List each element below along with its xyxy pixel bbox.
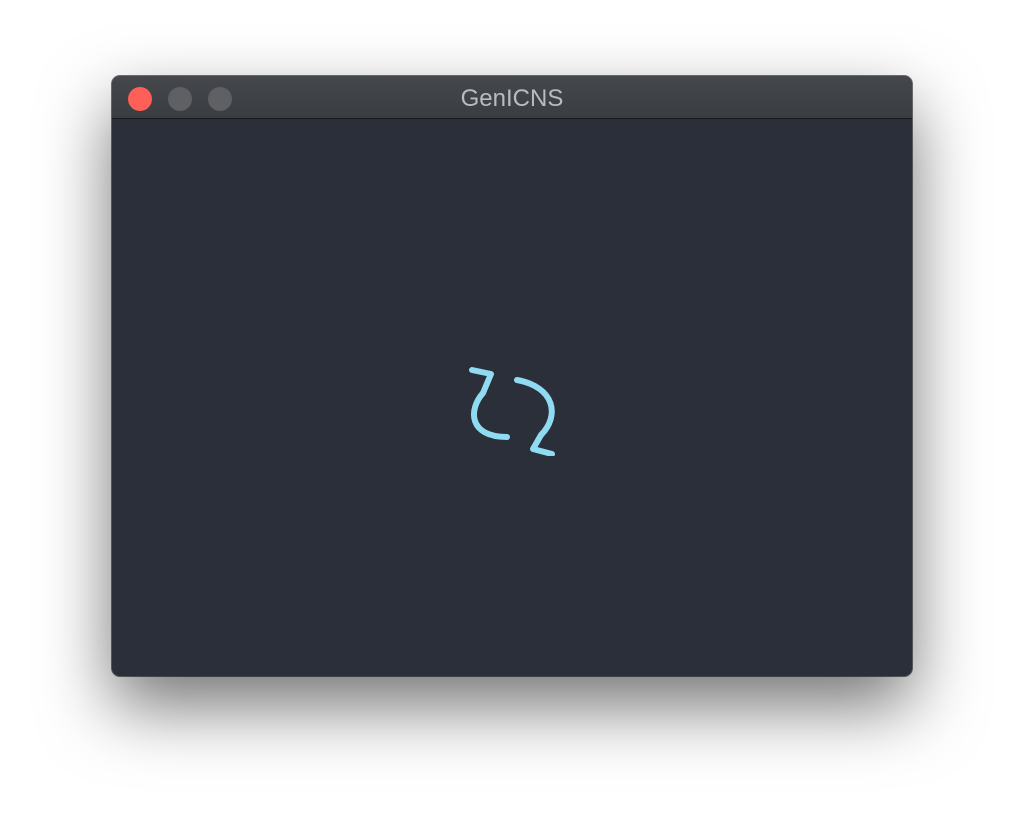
main-content xyxy=(112,119,912,676)
refresh-icon xyxy=(469,367,555,456)
app-window: GenICNS xyxy=(112,76,912,676)
window-title: GenICNS xyxy=(460,85,564,112)
title-bar[interactable]: GenICNS xyxy=(112,76,912,119)
